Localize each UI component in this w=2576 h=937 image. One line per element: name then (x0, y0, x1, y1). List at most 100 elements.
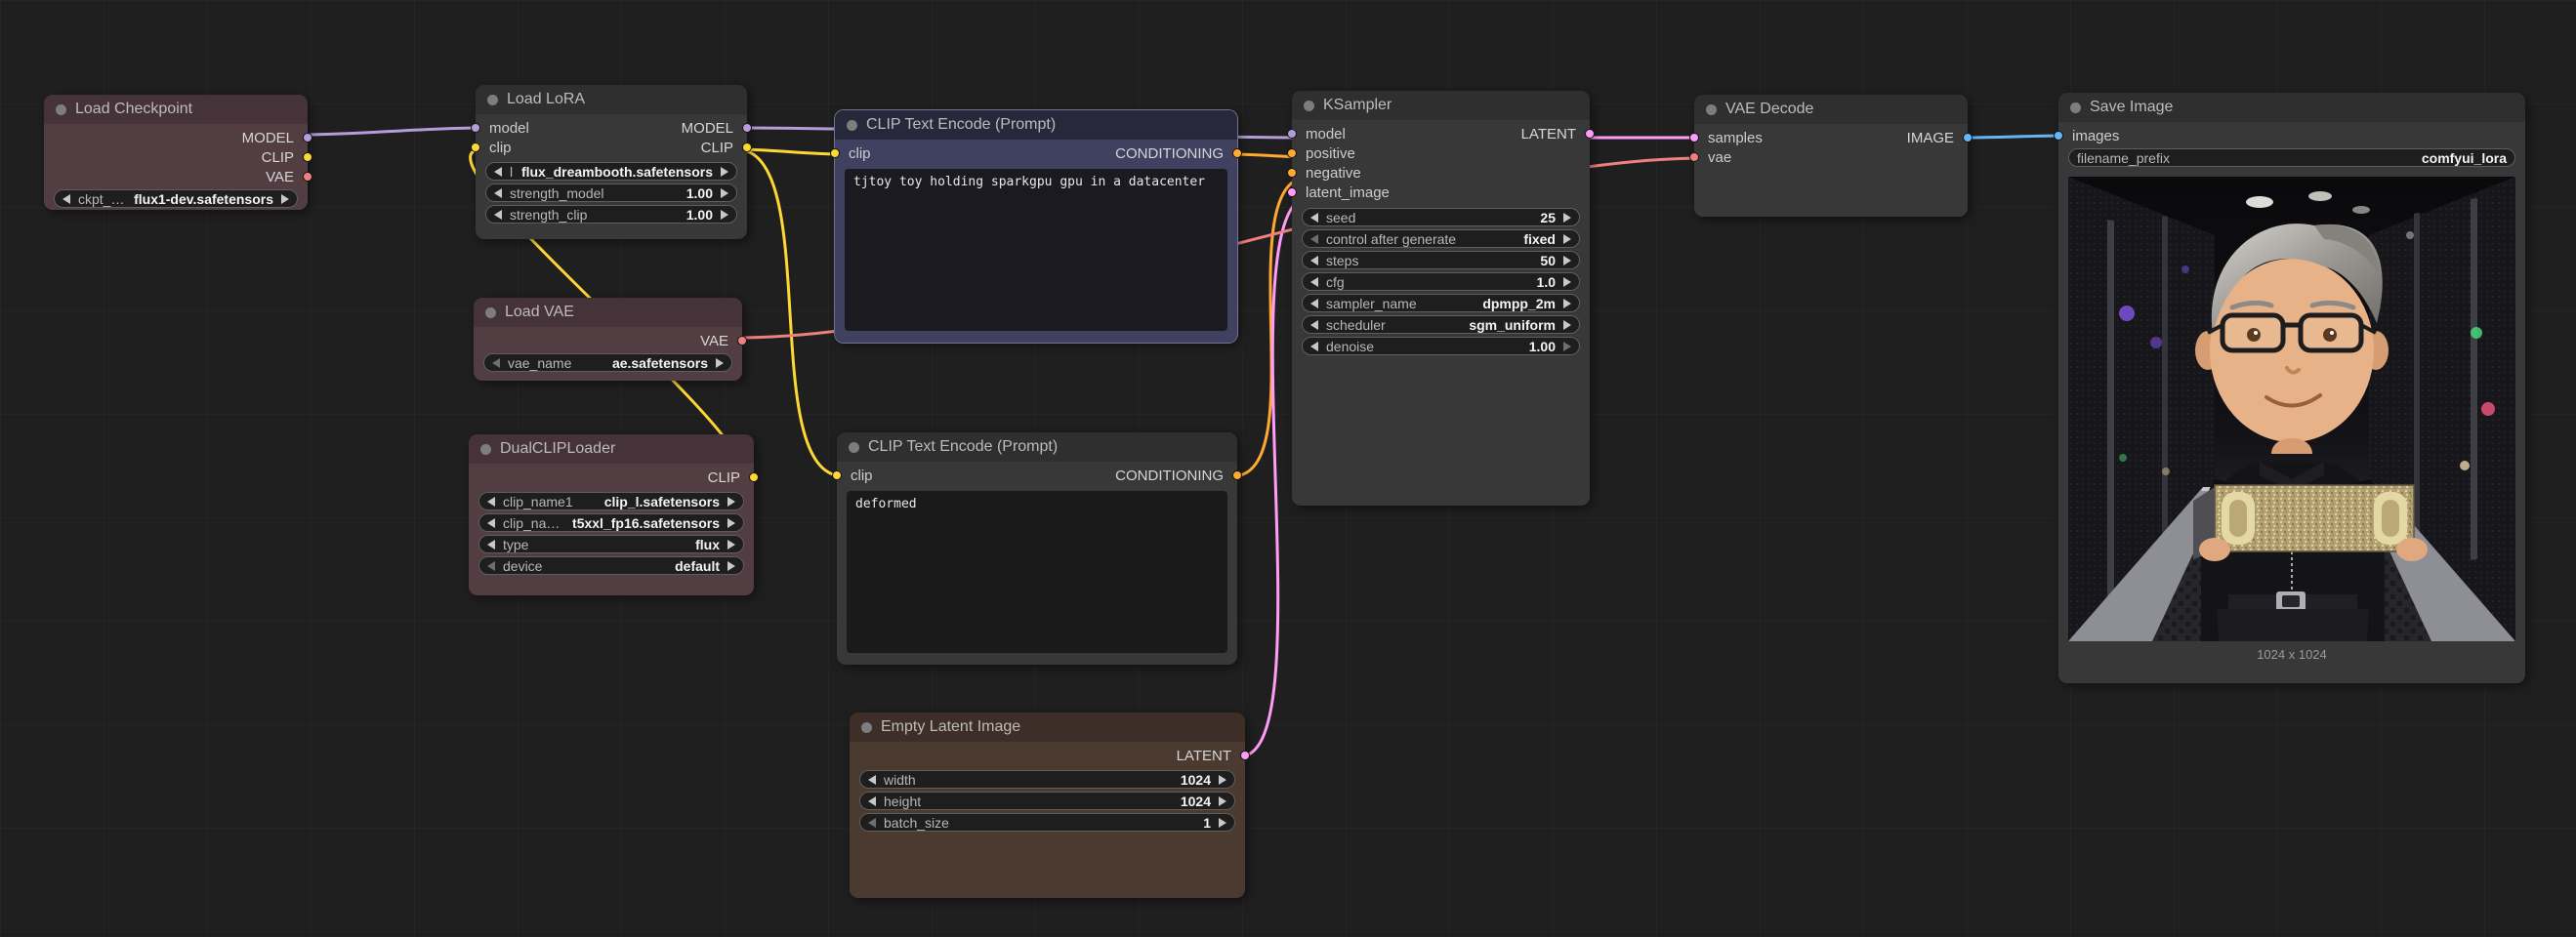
increment-arrow-icon[interactable] (1563, 342, 1571, 351)
collapse-dot-icon[interactable] (861, 722, 872, 733)
collapse-dot-icon[interactable] (847, 120, 857, 131)
decrement-arrow-icon[interactable] (868, 796, 876, 806)
node-load-lora[interactable]: Load LoRA model MODEL clip CLIP lor ... … (476, 85, 747, 239)
node-save-image[interactable]: Save Image images filename_prefix comfyu… (2058, 93, 2525, 683)
filename-prefix-widget[interactable]: filename_prefix comfyui_lora (2068, 148, 2515, 167)
collapse-dot-icon[interactable] (487, 95, 498, 105)
prompt-textarea[interactable]: tjtoy toy holding sparkgpu gpu in a data… (845, 169, 1227, 331)
cfg-widget[interactable]: cfg 1.0 (1302, 272, 1580, 291)
batch-size-widget[interactable]: batch_size 1 (859, 813, 1235, 832)
type-widget[interactable]: type flux (478, 535, 744, 553)
seed-widget[interactable]: seed 25 (1302, 208, 1580, 226)
decrement-arrow-icon[interactable] (1310, 213, 1318, 223)
increment-arrow-icon[interactable] (727, 540, 735, 550)
clip-output-port[interactable] (303, 152, 312, 162)
decrement-arrow-icon[interactable] (1310, 342, 1318, 351)
model-input-port[interactable] (1287, 129, 1297, 139)
decrement-arrow-icon[interactable] (1310, 320, 1318, 330)
decrement-arrow-icon[interactable] (494, 210, 502, 220)
height-widget[interactable]: height 1024 (859, 792, 1235, 810)
collapse-dot-icon[interactable] (2070, 102, 2081, 113)
increment-arrow-icon[interactable] (1563, 299, 1571, 308)
decrement-arrow-icon[interactable] (494, 167, 502, 177)
increment-arrow-icon[interactable] (1563, 320, 1571, 330)
clip-name2-widget[interactable]: clip_nam ... t5xxl_fp16.safetensors (478, 513, 744, 532)
increment-arrow-icon[interactable] (727, 497, 735, 507)
increment-arrow-icon[interactable] (1219, 775, 1226, 785)
decrement-arrow-icon[interactable] (1310, 256, 1318, 265)
node-clip-text-encode-negative[interactable]: CLIP Text Encode (Prompt) clip CONDITION… (837, 432, 1237, 665)
clip-output-port[interactable] (742, 143, 752, 152)
latent-output-port[interactable] (1585, 129, 1595, 139)
decrement-arrow-icon[interactable] (868, 818, 876, 828)
decrement-arrow-icon[interactable] (487, 497, 495, 507)
vae-input-port[interactable] (1689, 152, 1699, 162)
node-ksampler[interactable]: KSampler model LATENT positive negative … (1292, 91, 1590, 506)
clip-input-port[interactable] (471, 143, 480, 152)
conditioning-output-port[interactable] (1232, 148, 1242, 158)
strength-clip-widget[interactable]: strength_clip 1.00 (485, 205, 737, 224)
model-input-port[interactable] (471, 123, 480, 133)
vae-output-port[interactable] (303, 172, 312, 182)
steps-widget[interactable]: steps 50 (1302, 251, 1580, 269)
decrement-arrow-icon[interactable] (1310, 234, 1318, 244)
vae-name-widget[interactable]: vae_name ae.safetensors (483, 353, 732, 372)
collapse-dot-icon[interactable] (56, 104, 66, 115)
node-empty-latent-image[interactable]: Empty Latent Image LATENT width 1024 hei… (850, 713, 1245, 898)
increment-arrow-icon[interactable] (1219, 796, 1226, 806)
width-widget[interactable]: width 1024 (859, 770, 1235, 789)
collapse-dot-icon[interactable] (485, 307, 496, 318)
clip-output-port[interactable] (749, 472, 759, 482)
decrement-arrow-icon[interactable] (62, 194, 70, 204)
increment-arrow-icon[interactable] (1219, 818, 1226, 828)
decrement-arrow-icon[interactable] (487, 561, 495, 571)
node-dual-clip-loader[interactable]: DualCLIPLoader CLIP clip_name1 clip_l.sa… (469, 434, 754, 595)
device-widget[interactable]: device default (478, 556, 744, 575)
decrement-arrow-icon[interactable] (868, 775, 876, 785)
increment-arrow-icon[interactable] (727, 518, 735, 528)
collapse-dot-icon[interactable] (1706, 104, 1717, 115)
model-output-port[interactable] (303, 133, 312, 143)
model-output-port[interactable] (742, 123, 752, 133)
decrement-arrow-icon[interactable] (1310, 277, 1318, 287)
strength-model-widget[interactable]: strength_model 1.00 (485, 183, 737, 202)
collapse-dot-icon[interactable] (1304, 101, 1314, 111)
increment-arrow-icon[interactable] (716, 358, 724, 368)
latent-image-input-port[interactable] (1287, 187, 1297, 197)
image-output-port[interactable] (1963, 133, 1973, 143)
increment-arrow-icon[interactable] (1563, 256, 1571, 265)
sampler-name-widget[interactable]: sampler_name dpmpp_2m (1302, 294, 1580, 312)
increment-arrow-icon[interactable] (721, 167, 728, 177)
clip-input-port[interactable] (832, 470, 842, 480)
node-load-vae[interactable]: Load VAE VAE vae_name ae.safetensors (474, 298, 742, 381)
prompt-textarea[interactable]: deformed (847, 491, 1227, 653)
increment-arrow-icon[interactable] (721, 188, 728, 198)
denoise-widget[interactable]: denoise 1.00 (1302, 337, 1580, 355)
increment-arrow-icon[interactable] (1563, 234, 1571, 244)
increment-arrow-icon[interactable] (1563, 213, 1571, 223)
positive-input-port[interactable] (1287, 148, 1297, 158)
vae-output-port[interactable] (737, 336, 747, 346)
node-clip-text-encode-positive[interactable]: CLIP Text Encode (Prompt) clip CONDITION… (835, 110, 1237, 343)
clip-input-port[interactable] (830, 148, 840, 158)
decrement-arrow-icon[interactable] (487, 540, 495, 550)
node-vae-decode[interactable]: VAE Decode samples IMAGE vae (1694, 95, 1968, 217)
lora-name-widget[interactable]: lor ... flux_dreambooth.safetensors (485, 162, 737, 181)
images-input-port[interactable] (2054, 131, 2063, 141)
clip-name1-widget[interactable]: clip_name1 clip_l.safetensors (478, 492, 744, 510)
collapse-dot-icon[interactable] (480, 444, 491, 455)
ckpt-name-widget[interactable]: ckpt_name flux1-dev.safetensors (54, 189, 298, 208)
decrement-arrow-icon[interactable] (492, 358, 500, 368)
node-graph-canvas[interactable]: Load Checkpoint MODEL CLIP VAE ckpt_name… (0, 0, 2576, 937)
conditioning-output-port[interactable] (1232, 470, 1242, 480)
node-load-checkpoint[interactable]: Load Checkpoint MODEL CLIP VAE ckpt_name… (44, 95, 308, 210)
collapse-dot-icon[interactable] (849, 442, 859, 453)
increment-arrow-icon[interactable] (281, 194, 289, 204)
increment-arrow-icon[interactable] (1563, 277, 1571, 287)
negative-input-port[interactable] (1287, 168, 1297, 178)
scheduler-widget[interactable]: scheduler sgm_uniform (1302, 315, 1580, 334)
decrement-arrow-icon[interactable] (1310, 299, 1318, 308)
increment-arrow-icon[interactable] (727, 561, 735, 571)
decrement-arrow-icon[interactable] (487, 518, 495, 528)
control-after-generate-widget[interactable]: control after generate fixed (1302, 229, 1580, 248)
